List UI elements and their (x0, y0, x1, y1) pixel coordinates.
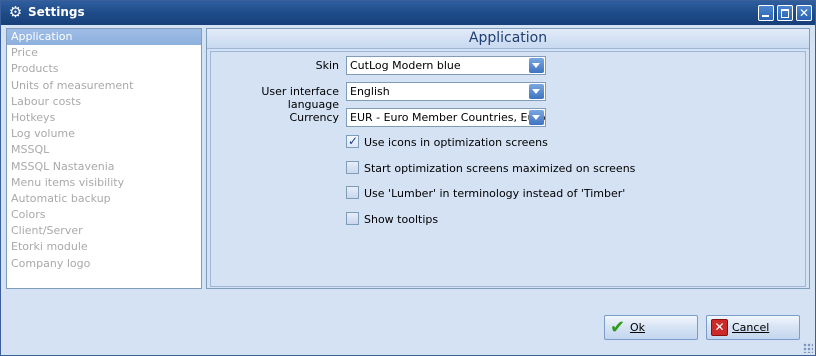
settings-category-list: Application Price Products Units of meas… (6, 28, 202, 289)
settings-window: ⚙ Settings ✕ Application Price Products … (0, 0, 816, 356)
use-icons-label: Use icons in optimization screens (364, 136, 548, 149)
nav-item-company-logo[interactable]: Company logo (7, 256, 201, 272)
ok-button[interactable]: ✔ Ok (604, 315, 698, 340)
skin-label: Skin (315, 59, 339, 72)
start-maximized-checkbox[interactable] (346, 161, 359, 174)
nav-item-price[interactable]: Price (7, 45, 201, 61)
currency-select[interactable]: EUR - Euro Member Countries, Euro (346, 108, 546, 127)
title-bar[interactable]: ⚙ Settings ✕ (1, 1, 815, 25)
nav-item-client-server[interactable]: Client/Server (7, 223, 201, 239)
currency-label: Currency (289, 111, 339, 124)
nav-item-mssql[interactable]: MSSQL (7, 142, 201, 158)
use-icons-checkbox[interactable] (346, 134, 359, 148)
show-tooltips-checkbox[interactable] (346, 212, 359, 225)
language-label: User interface language (261, 85, 339, 111)
nav-item-etorki-module[interactable]: Etorki module (7, 239, 201, 255)
nav-item-hotkeys[interactable]: Hotkeys (7, 110, 201, 126)
panel-title: Application (207, 29, 809, 49)
use-lumber-label: Use 'Lumber' in terminology instead of '… (364, 187, 626, 200)
gear-icon: ⚙ (8, 3, 23, 21)
settings-panel: Application Skin CutLog Modern blue User… (206, 28, 810, 289)
window-title: Settings (28, 5, 85, 19)
use-lumber-checkbox[interactable] (346, 186, 359, 199)
resize-grip[interactable] (803, 343, 813, 353)
maximize-button[interactable] (777, 5, 793, 21)
close-button[interactable]: ✕ (796, 5, 812, 21)
nav-item-log-volume[interactable]: Log volume (7, 126, 201, 142)
skin-value: CutLog Modern blue (350, 59, 461, 72)
cancel-label: Cancel (732, 321, 770, 334)
panel-body: Skin CutLog Modern blue User interface l… (210, 51, 806, 287)
nav-item-mssql-nastavenia[interactable]: MSSQL Nastavenia (7, 159, 201, 175)
chevron-down-icon[interactable] (529, 110, 544, 125)
show-tooltips-label: Show tooltips (364, 213, 439, 226)
nav-item-units-of-measurement[interactable]: Units of measurement (7, 78, 201, 94)
currency-value: EUR - Euro Member Countries, Euro (350, 111, 546, 124)
nav-item-labour-costs[interactable]: Labour costs (7, 94, 201, 110)
nav-item-products[interactable]: Products (7, 61, 201, 77)
language-select[interactable]: English (346, 82, 546, 101)
nav-item-menu-items-visibility[interactable]: Menu items visibility (7, 175, 201, 191)
cancel-x-icon: ✕ (711, 319, 728, 336)
nav-item-colors[interactable]: Colors (7, 207, 201, 223)
nav-item-automatic-backup[interactable]: Automatic backup (7, 191, 201, 207)
chevron-down-icon[interactable] (529, 84, 544, 99)
ok-label: Ok (630, 321, 646, 334)
checkmark-icon: ✔ (609, 317, 626, 338)
chevron-down-icon[interactable] (529, 58, 544, 73)
close-icon: ✕ (798, 6, 810, 20)
minimize-button[interactable] (758, 5, 774, 21)
cancel-button[interactable]: ✕ Cancel (706, 315, 800, 340)
skin-select[interactable]: CutLog Modern blue (346, 56, 546, 75)
language-value: English (350, 85, 390, 98)
start-maximized-label: Start optimization screens maximized on … (364, 162, 636, 175)
nav-item-application[interactable]: Application (7, 29, 201, 46)
